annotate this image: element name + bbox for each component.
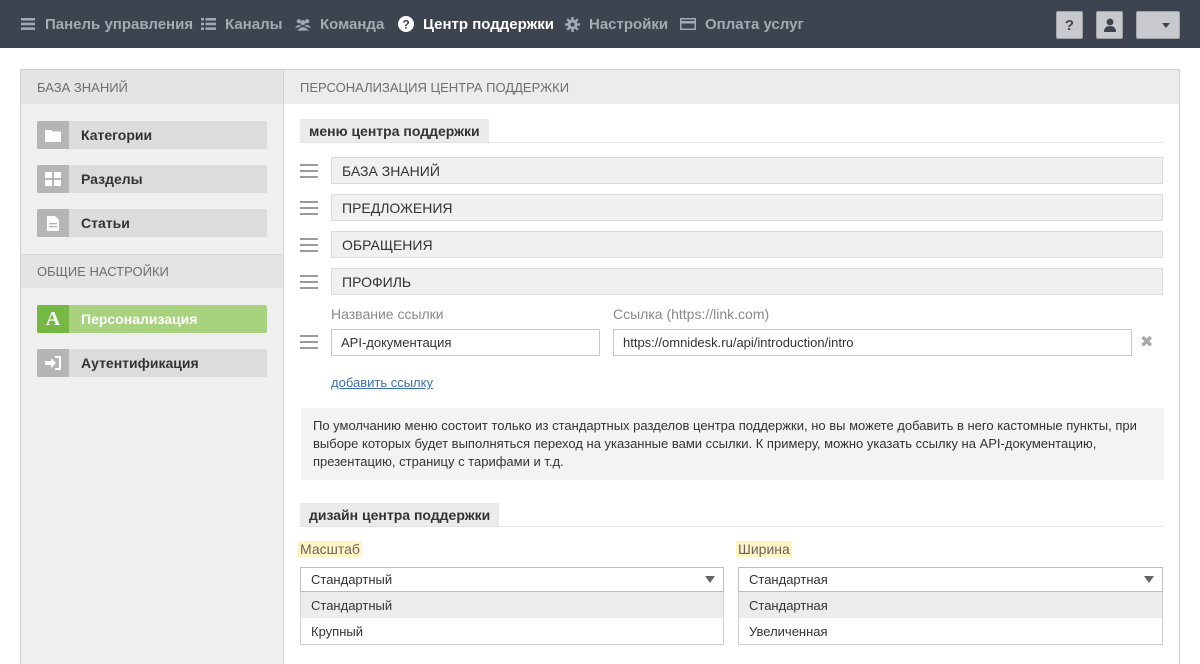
sidebar-item-label: Разделы xyxy=(81,171,143,187)
scale-option[interactable]: Крупный xyxy=(301,618,723,644)
nav-billing[interactable]: Оплата услуг xyxy=(680,0,804,48)
sidebar-item-label: Персонализация xyxy=(81,311,198,327)
sidebar-item-label: Аутентификация xyxy=(81,355,199,371)
nav-label: Оплата услуг xyxy=(705,15,804,33)
drag-handle-icon[interactable] xyxy=(300,164,318,178)
scale-option[interactable]: Стандартный xyxy=(301,592,723,618)
caret-down-icon xyxy=(705,576,715,583)
sidebar-item-label: Статьи xyxy=(81,215,130,231)
folder-icon xyxy=(37,121,69,149)
dashboard-icon xyxy=(20,16,36,32)
nav-label: Панель управления xyxy=(45,15,194,33)
width-option[interactable]: Стандартная xyxy=(739,592,1162,618)
drag-handle-icon[interactable] xyxy=(300,335,318,349)
scale-select[interactable]: Стандартный xyxy=(300,567,724,592)
chevron-down-icon xyxy=(1162,22,1170,28)
sidebar-section-general-settings: ОБЩИЕ НАСТРОЙКИ xyxy=(21,254,283,288)
sidebar-item-label: Категории xyxy=(81,127,153,143)
link-url-label: Ссылка (https://link.com) xyxy=(613,306,770,322)
nav-label: Центр поддержки xyxy=(423,15,554,33)
nav-team[interactable]: Команда xyxy=(295,0,384,48)
menu-item[interactable]: БАЗА ЗНАНИЙ xyxy=(331,157,1163,184)
section-divider xyxy=(300,142,1163,143)
section-divider xyxy=(300,526,1163,527)
svg-text:?: ? xyxy=(402,18,409,32)
info-note: По умолчанию меню состоит только из стан… xyxy=(301,408,1164,480)
link-name-input[interactable]: API-документация xyxy=(331,329,600,356)
link-url-input[interactable]: https://omnidesk.ru/api/introduction/int… xyxy=(613,329,1132,356)
sign-in-icon xyxy=(37,349,69,377)
menu-item[interactable]: ПРЕДЛОЖЕНИЯ xyxy=(331,194,1163,221)
nav-label: Каналы xyxy=(225,15,283,33)
scale-selected-value: Стандартный xyxy=(311,572,393,587)
remove-link-icon[interactable]: ✖ xyxy=(1140,332,1153,352)
settings-panel: БАЗА ЗНАНИЙ Категории Разделы Статьи ОБЩ… xyxy=(20,69,1180,664)
sidebar-item-sections[interactable]: Разделы xyxy=(37,165,267,193)
gear-icon xyxy=(564,16,580,32)
width-dropdown: Стандартная Увеличенная xyxy=(738,592,1163,645)
nav-dashboard[interactable]: Панель управления xyxy=(20,0,193,48)
drag-handle-icon[interactable] xyxy=(300,201,318,215)
scale-dropdown: Стандартный Крупный xyxy=(300,592,724,645)
profile-button[interactable] xyxy=(1096,11,1123,39)
document-icon xyxy=(37,209,69,237)
sidebar-section-knowledge-base: БАЗА ЗНАНИЙ xyxy=(21,70,283,104)
scale-label: Масштаб xyxy=(298,541,362,557)
sidebar-item-articles[interactable]: Статьи xyxy=(37,209,267,237)
credit-card-icon xyxy=(680,16,696,32)
help-button[interactable]: ? xyxy=(1056,11,1083,39)
page-title: ПЕРСОНАЛИЗАЦИЯ ЦЕНТРА ПОДДЕРЖКИ xyxy=(284,70,1179,104)
team-icon xyxy=(295,16,311,32)
top-navigation: Панель управления Каналы Команда ? Центр… xyxy=(0,0,1200,48)
letter-a-icon: A xyxy=(37,305,69,333)
help-circle-icon: ? xyxy=(398,16,414,32)
menu-item[interactable]: ОБРАЩЕНИЯ xyxy=(331,231,1163,258)
sidebar-item-authentication[interactable]: Аутентификация xyxy=(37,349,267,377)
menu-item[interactable]: ПРОФИЛЬ xyxy=(331,268,1163,295)
user-icon xyxy=(1103,18,1117,32)
width-option[interactable]: Увеличенная xyxy=(739,618,1162,644)
grid-icon xyxy=(37,165,69,193)
caret-down-icon xyxy=(1144,576,1154,583)
design-section-title: дизайн центра поддержки xyxy=(300,503,500,527)
sidebar: БАЗА ЗНАНИЙ Категории Разделы Статьи ОБЩ… xyxy=(21,70,284,664)
list-icon xyxy=(200,16,216,32)
nav-label: Настройки xyxy=(589,15,669,33)
drag-handle-icon[interactable] xyxy=(300,238,318,252)
width-selected-value: Стандартная xyxy=(749,572,828,587)
help-button-label: ? xyxy=(1064,16,1075,34)
nav-label: Команда xyxy=(320,15,385,33)
link-name-label: Название ссылки xyxy=(331,306,444,322)
add-link-button[interactable]: добавить ссылку xyxy=(331,375,433,390)
account-dropdown-button[interactable] xyxy=(1136,11,1180,39)
drag-handle-icon[interactable] xyxy=(300,275,318,289)
sidebar-item-categories[interactable]: Категории xyxy=(37,121,267,149)
nav-help-center[interactable]: ? Центр поддержки xyxy=(398,0,554,48)
nav-channels[interactable]: Каналы xyxy=(200,0,282,48)
sidebar-item-personalization[interactable]: A Персонализация xyxy=(37,305,267,333)
menu-section-title: меню центра поддержки xyxy=(300,119,489,143)
nav-settings[interactable]: Настройки xyxy=(564,0,668,48)
width-label: Ширина xyxy=(736,541,792,557)
width-select[interactable]: Стандартная xyxy=(738,567,1163,592)
